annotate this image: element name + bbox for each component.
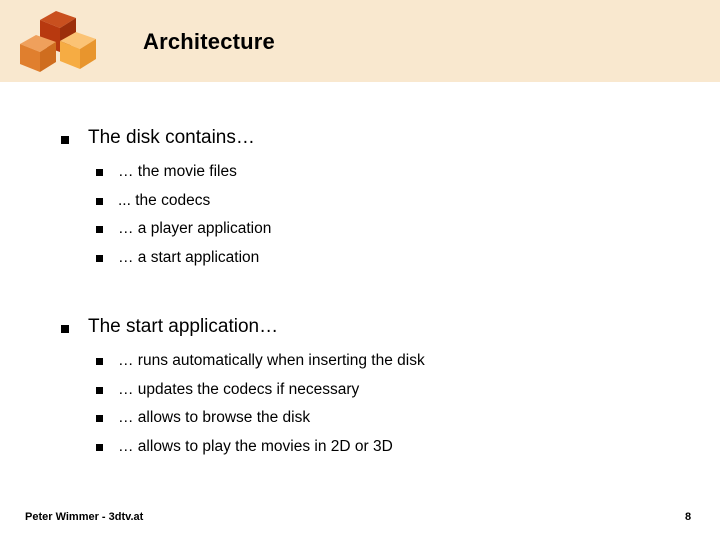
bullet-level2-label: … runs automatically when inserting the …: [118, 352, 425, 369]
bullet-level2-row: … allows to browse the disk: [0, 407, 720, 436]
sub-bullet-square-icon: [96, 197, 103, 205]
sub-bullet-square-icon: [96, 169, 103, 176]
footer-author-label: Peter Wimmer - 3dtv.at: [25, 511, 144, 523]
bullet-level2-label: … a start application: [118, 248, 260, 266]
bullet-level1-label: The start application…: [88, 316, 279, 337]
bullet-group-start: The start application… … runs automatica…: [0, 314, 720, 464]
bullet-level2-row: … a start application: [0, 247, 720, 276]
sub-bullet-square-icon: [96, 254, 103, 262]
bullet-square-icon: [61, 325, 69, 333]
page-number: 8: [684, 511, 692, 523]
sub-bullet-list: … runs automatically when inserting the …: [0, 350, 720, 464]
bullet-level1-row: The disk contains…: [0, 125, 720, 156]
sub-bullet-square-icon: [96, 443, 103, 451]
bullet-level2-row: … a player application: [0, 218, 720, 247]
bullet-level2-label: … the movie files: [118, 163, 237, 180]
sub-bullet-square-icon: [96, 226, 103, 233]
bullet-level2-row: … runs automatically when inserting the …: [0, 350, 720, 379]
slide-title: Architecture: [143, 29, 275, 54]
bullet-level2-row: … updates the codecs if necessary: [0, 379, 720, 408]
bullet-level2-row: … allows to play the movies in 2D or 3D: [0, 436, 720, 465]
slide-footer: Peter Wimmer - 3dtv.at 8: [0, 505, 720, 540]
orange-cube: [20, 35, 56, 72]
sub-bullet-square-icon: [96, 386, 103, 394]
slide-header-band: [0, 0, 720, 82]
sub-bullet-square-icon: [96, 415, 103, 422]
bullet-group-disk: The disk contains… … the movie files ...…: [0, 125, 720, 275]
bullet-level2-label: … allows to browse the disk: [118, 409, 311, 426]
slide-body: The disk contains… … the movie files ...…: [0, 82, 720, 488]
bullet-level1-row: The start application…: [0, 314, 720, 345]
sub-bullet-list: … the movie files ... the codecs … a pla…: [0, 161, 720, 275]
bullet-level2-label: ... the codecs: [118, 191, 211, 209]
bullet-level2-label: … updates the codecs if necessary: [118, 380, 360, 398]
sub-bullet-square-icon: [96, 358, 103, 365]
bullet-level2-label: … a player application: [118, 220, 272, 237]
three-cubes-logo: [16, 6, 102, 74]
bullet-square-icon: [61, 136, 69, 144]
bullet-level2-row: … the movie files: [0, 161, 720, 190]
bullet-level2-row: ... the codecs: [0, 190, 720, 219]
bullet-level2-label: … allows to play the movies in 2D or 3D: [118, 437, 393, 455]
bullet-level1-label: The disk contains…: [88, 127, 255, 148]
